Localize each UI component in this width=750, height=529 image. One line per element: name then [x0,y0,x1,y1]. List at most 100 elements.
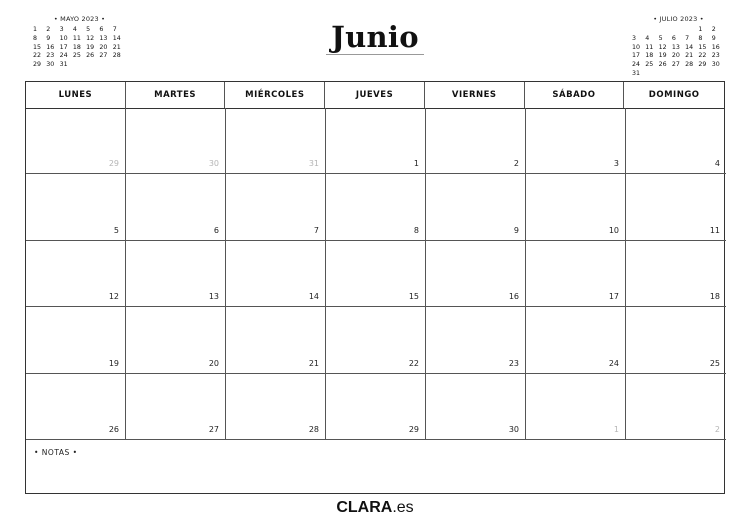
day-number: 1 [613,424,619,434]
day-number: 8 [413,225,419,235]
mini-day: 22 [33,52,42,60]
mini-day: 5 [658,34,663,42]
weekday-label: MIÉRCOLES [225,82,326,108]
brand-domain: .es [392,499,414,516]
mini-day: 9 [46,34,51,42]
day-number: 15 [408,292,419,302]
mini-calendar-next-month: • JULIO 2023 • 1 2 3 4 5 6 7 8 9 10 11 12 13 14 15 16 17… [632,15,725,77]
day-cell: 16 [426,240,526,308]
mini-day: 27 [671,61,680,69]
mini-day [645,26,658,33]
day-cell: 26 [26,373,126,440]
mini-day: 24 [59,52,68,60]
weekday-header: LUNES MARTES MIÉRCOLES JUEVES VIERNES SÁBADO D… [26,82,724,109]
day-cell: 4 [626,108,726,175]
title-underline [326,54,424,55]
mini-day: 23 [711,52,720,60]
day-cell: 10 [526,174,626,241]
day-number: 11 [709,225,720,235]
mini-day: 13 [671,43,680,51]
mini-calendar-days: 1 2 3 4 5 6 7 8 9 10 11 12 13 14 15 16 17 18 19 20 21 22 23 24 2… [33,26,126,68]
day-number: 7 [313,225,319,235]
day-cell: 5 [26,174,126,241]
mini-day: 18 [645,52,654,60]
mini-calendar-title: • MAYO 2023 • [53,15,106,23]
mini-day: 19 [86,43,95,51]
mini-day: 11 [645,43,654,51]
weekday-label: MARTES [126,82,226,108]
mini-day: 8 [33,34,38,42]
notes-label: • NOTAS • [34,448,78,457]
day-cell: 17 [526,240,626,308]
day-number: 4 [714,159,720,169]
day-number: 29 [108,159,119,169]
mini-day: 31 [59,61,68,69]
mini-day: 26 [86,52,95,60]
day-cell: 9 [426,174,526,241]
weekday-label: SÁBADO [525,82,625,108]
day-number: 3 [613,159,619,169]
mini-day: 12 [658,43,667,51]
mini-day: 23 [46,52,55,60]
mini-day: 27 [99,52,108,60]
mini-day: 31 [632,69,641,77]
month-title: Junio [331,20,419,54]
day-number: 16 [508,292,519,302]
day-cell: 1 [326,108,426,175]
day-cell: 23 [426,307,526,374]
day-cell: 8 [326,174,426,241]
day-number: 18 [709,292,720,302]
mini-day [672,26,685,33]
day-number: 20 [208,358,219,368]
mini-day: 6 [671,34,676,42]
day-number: 9 [513,225,519,235]
day-cell: 31 [226,108,326,175]
day-cell: 28 [226,373,326,440]
weekday-label: LUNES [26,82,126,108]
day-cell: 3 [526,108,626,175]
day-cell: 2 [626,374,726,440]
mini-day: 9 [711,34,716,42]
day-number: 22 [408,358,419,368]
day-cell: 13 [126,240,226,308]
day-number: 30 [208,159,219,169]
mini-day: 28 [685,61,694,69]
mini-day [685,26,698,33]
mini-day: 26 [658,61,667,69]
day-cell: 19 [26,307,126,374]
mini-day: 4 [72,26,77,33]
mini-day: 1 [33,26,38,33]
mini-day: 30 [711,61,720,69]
day-cell: 24 [526,307,626,374]
day-cell: 29 [326,373,426,440]
day-number: 25 [709,358,720,368]
mini-day: 20 [99,43,108,51]
mini-day: 17 [632,52,641,60]
weekday-label: VIERNES [425,82,525,108]
day-number: 2 [513,159,519,169]
day-number: 23 [508,358,519,368]
mini-day: 3 [59,26,64,33]
brand-name: CLARA [336,499,393,516]
mini-day: 3 [632,34,637,42]
day-number: 21 [308,358,319,368]
mini-day: 13 [99,34,108,42]
mini-day: 15 [698,43,707,51]
day-cell: 29 [26,108,126,175]
day-number: 27 [208,424,219,434]
mini-day: 20 [671,52,680,60]
mini-day: 25 [72,52,81,60]
mini-day: 6 [99,26,104,33]
mini-day: 19 [658,52,667,60]
day-cell: 20 [126,307,226,374]
day-number: 2 [714,424,720,434]
day-cell: 7 [226,174,326,241]
mini-day: 30 [46,61,55,69]
mini-day: 4 [645,34,650,42]
mini-day: 1 [698,26,703,33]
mini-day: 8 [698,34,703,42]
day-number: 14 [308,292,319,302]
day-cell: 11 [626,174,726,241]
day-cell: 21 [226,307,326,374]
mini-day: 16 [711,43,720,51]
